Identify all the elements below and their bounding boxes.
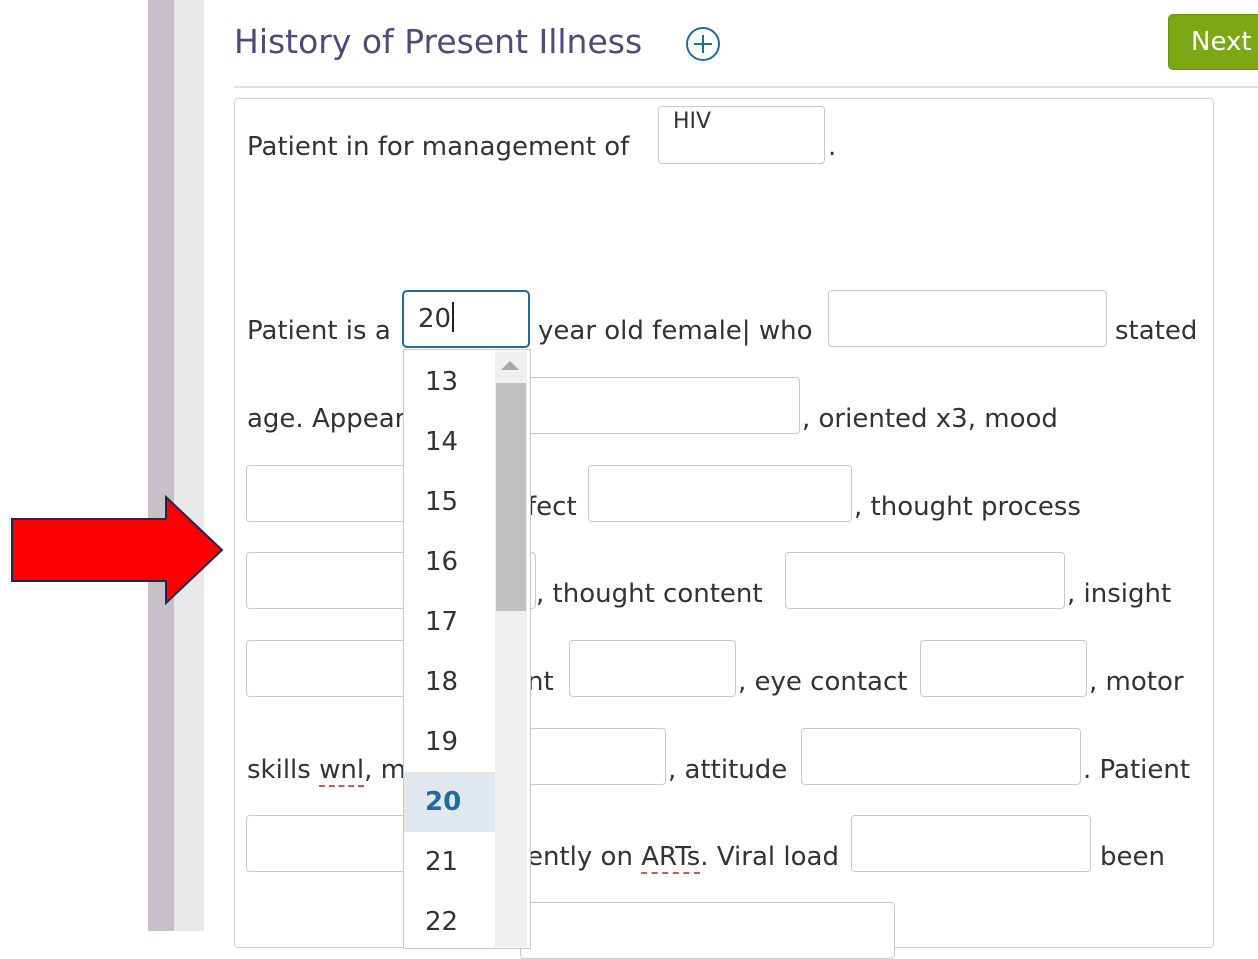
age-option-18[interactable]: 18 — [404, 652, 495, 712]
attitude-input[interactable] — [801, 728, 1081, 785]
stated-input[interactable] — [828, 290, 1107, 347]
line4-affect-label: fect — [527, 492, 577, 522]
red-arrow-icon — [11, 495, 224, 605]
page-title: History of Present Illness — [234, 22, 643, 61]
age-option-17[interactable]: 17 — [404, 592, 495, 652]
line2-suffix: stated — [1115, 316, 1198, 346]
line3-suffix: , oriented x3, mood — [802, 404, 1058, 434]
line4-thought-process-label: , thought process — [854, 492, 1081, 522]
header-divider — [234, 86, 1258, 88]
age-option-20-selected[interactable]: 20 — [404, 772, 495, 832]
line7-rest: , m — [364, 755, 406, 785]
line1-prefix: Patient in for management of — [247, 132, 630, 162]
age-option-15[interactable]: 15 — [404, 472, 495, 532]
line7-skills: skills — [247, 755, 311, 785]
line7-prefix: skills wnl, m — [247, 755, 406, 787]
adherence-input[interactable] — [246, 815, 406, 872]
judgement-input[interactable] — [569, 640, 736, 697]
thought-content-input[interactable] — [785, 552, 1065, 609]
line1-period: . — [828, 132, 837, 162]
eye-contact-input[interactable] — [920, 640, 1087, 697]
line5-thought-content-label: , thought content — [536, 579, 763, 609]
mood-input[interactable] — [246, 465, 406, 522]
diagnosis-input[interactable]: HIV — [658, 106, 825, 164]
age-option-19[interactable]: 19 — [404, 712, 495, 772]
line6-eye-contact-label: , eye contact — [738, 667, 908, 697]
line5-insight-label: , insight — [1067, 579, 1172, 609]
left-rail-dark — [148, 0, 174, 931]
age-option-22[interactable]: 22 — [404, 892, 495, 948]
age-option-13[interactable]: 13 — [404, 352, 495, 412]
line2-mid: year old female| who — [538, 316, 813, 346]
scroll-up-arrow-icon[interactable] — [501, 361, 519, 370]
left-rail-light — [174, 0, 204, 931]
line6-motor-label: , motor — [1089, 667, 1184, 697]
age-option-21[interactable]: 21 — [404, 832, 495, 892]
line2-prefix: Patient is a — [247, 316, 391, 346]
age-option-14[interactable]: 14 — [404, 412, 495, 472]
age-input[interactable]: 20 — [402, 290, 530, 348]
appearance-input[interactable] — [520, 377, 800, 434]
text-caret — [452, 302, 455, 332]
line8-prefix: ently on ARTs. Viral load — [527, 842, 839, 874]
red-arrow-shape — [11, 495, 224, 605]
line8-currently: ently on — [527, 842, 633, 872]
line8-arts: ARTs — [641, 842, 701, 874]
thought-process-input[interactable] — [246, 552, 406, 609]
dropdown-scrollbar-thumb[interactable] — [496, 383, 526, 611]
age-input-value: 20 — [418, 304, 452, 334]
insight-input[interactable] — [246, 640, 406, 697]
age-option-16[interactable]: 16 — [404, 532, 495, 592]
line8-viral-load: . Viral load — [700, 842, 839, 872]
add-circle-icon[interactable] — [686, 27, 720, 61]
viral-load-input[interactable] — [851, 815, 1091, 872]
next-button[interactable]: Next — [1168, 14, 1258, 70]
line7-wnl: wnl — [319, 755, 365, 787]
line7-attitude-label: , attitude — [668, 755, 788, 785]
memory-input[interactable] — [520, 728, 666, 785]
affect-input[interactable] — [588, 465, 852, 522]
line3-prefix: age. Appear — [247, 404, 406, 434]
line7-patient-label: . Patient — [1083, 755, 1191, 785]
line8-been-label: been — [1100, 842, 1165, 872]
line6-judgement-label: nt — [527, 667, 554, 697]
